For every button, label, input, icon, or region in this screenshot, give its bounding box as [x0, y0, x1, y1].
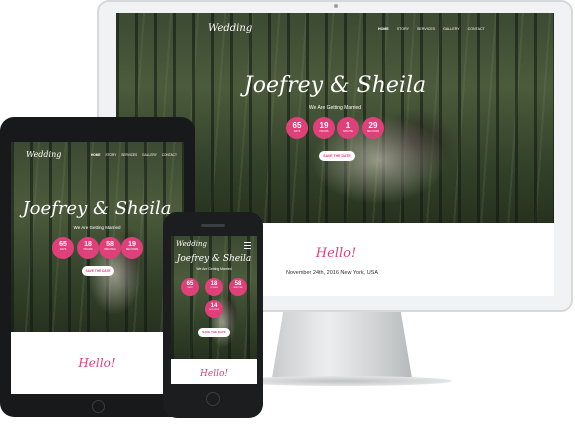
imac-camera	[334, 4, 338, 8]
nav-home[interactable]: HOME	[378, 27, 389, 31]
site-logo[interactable]: Wedding	[208, 23, 252, 34]
imac-base	[232, 376, 452, 386]
couple-names: Joefrey & Sheila	[243, 73, 427, 98]
ipad-screen: Wedding HOME STORY SERVICES GALLERY CONT…	[11, 142, 184, 394]
countdown-seconds: 14 SECONDS	[205, 300, 223, 318]
main-nav: HOME STORY SERVICES GALLERY CONTACT	[378, 27, 485, 31]
countdown-minutes: 1 MINUTE	[337, 117, 359, 139]
nav-services[interactable]: SERVICES	[417, 27, 435, 31]
couple-names: Joefrey & Sheila	[22, 198, 172, 219]
nav-services[interactable]: SERVICES	[121, 153, 137, 157]
hello-heading: Hello!	[200, 369, 228, 379]
iphone-screen: Wedding Joefrey & Sheila We Are Getting …	[171, 236, 257, 384]
imac-stand	[272, 312, 412, 378]
countdown-hours: 18 HOURS	[77, 237, 99, 259]
nav-story[interactable]: STORY	[105, 153, 116, 157]
nav-gallery[interactable]: GALLERY	[443, 27, 460, 31]
countdown-seconds: 19 SECONDS	[121, 237, 143, 259]
hero-section: Wedding Joefrey & Sheila We Are Getting …	[171, 236, 257, 359]
nav-home[interactable]: HOME	[91, 153, 101, 157]
hero-subtitle: We Are Getting Married	[308, 105, 362, 111]
ipad-home-button	[92, 400, 105, 413]
couple-names: Joefrey & Sheila	[176, 254, 252, 264]
nav-contact[interactable]: CONTACT	[468, 27, 485, 31]
countdown-days: 65 DAYS	[286, 117, 308, 139]
countdown-days: 65 DAYS	[52, 237, 74, 259]
hero-section: Wedding HOME STORY SERVICES GALLERY CONT…	[11, 142, 184, 332]
hamburger-menu-icon[interactable]	[244, 242, 251, 251]
iphone-home-button	[206, 392, 220, 406]
countdown-seconds: 29 SECONDS	[362, 117, 384, 139]
countdown-hours: 18 HOURS	[205, 278, 223, 296]
save-the-date-button[interactable]: SAVE THE DATE	[319, 151, 355, 161]
site-logo[interactable]: Wedding	[26, 150, 61, 159]
nav-gallery[interactable]: GALLERY	[142, 153, 157, 157]
save-the-date-button[interactable]: SAVE THE DATE	[82, 266, 114, 276]
countdown-days: 65 DAYS	[181, 278, 199, 296]
hello-heading: Hello!	[315, 246, 357, 261]
hello-heading: Hello!	[78, 356, 116, 370]
main-nav: HOME STORY SERVICES GALLERY CONTACT	[91, 153, 177, 157]
nav-story[interactable]: STORY	[397, 27, 409, 31]
countdown-minutes: 58 MINUTES	[99, 237, 121, 259]
event-date: November 24th, 2016 New York, USA	[286, 270, 379, 276]
countdown-minutes: 58 MINUTES	[229, 278, 247, 296]
hero-subtitle: We Are Getting Married	[73, 225, 121, 230]
iphone-speaker	[201, 224, 225, 227]
countdown-hours: 19 HOURS	[313, 117, 335, 139]
nav-contact[interactable]: CONTACT	[162, 153, 177, 157]
hero-subtitle: We Are Getting Married	[196, 267, 232, 271]
site-logo[interactable]: Wedding	[176, 240, 207, 248]
save-the-date-button[interactable]: SAVE THE DATE	[198, 328, 230, 337]
